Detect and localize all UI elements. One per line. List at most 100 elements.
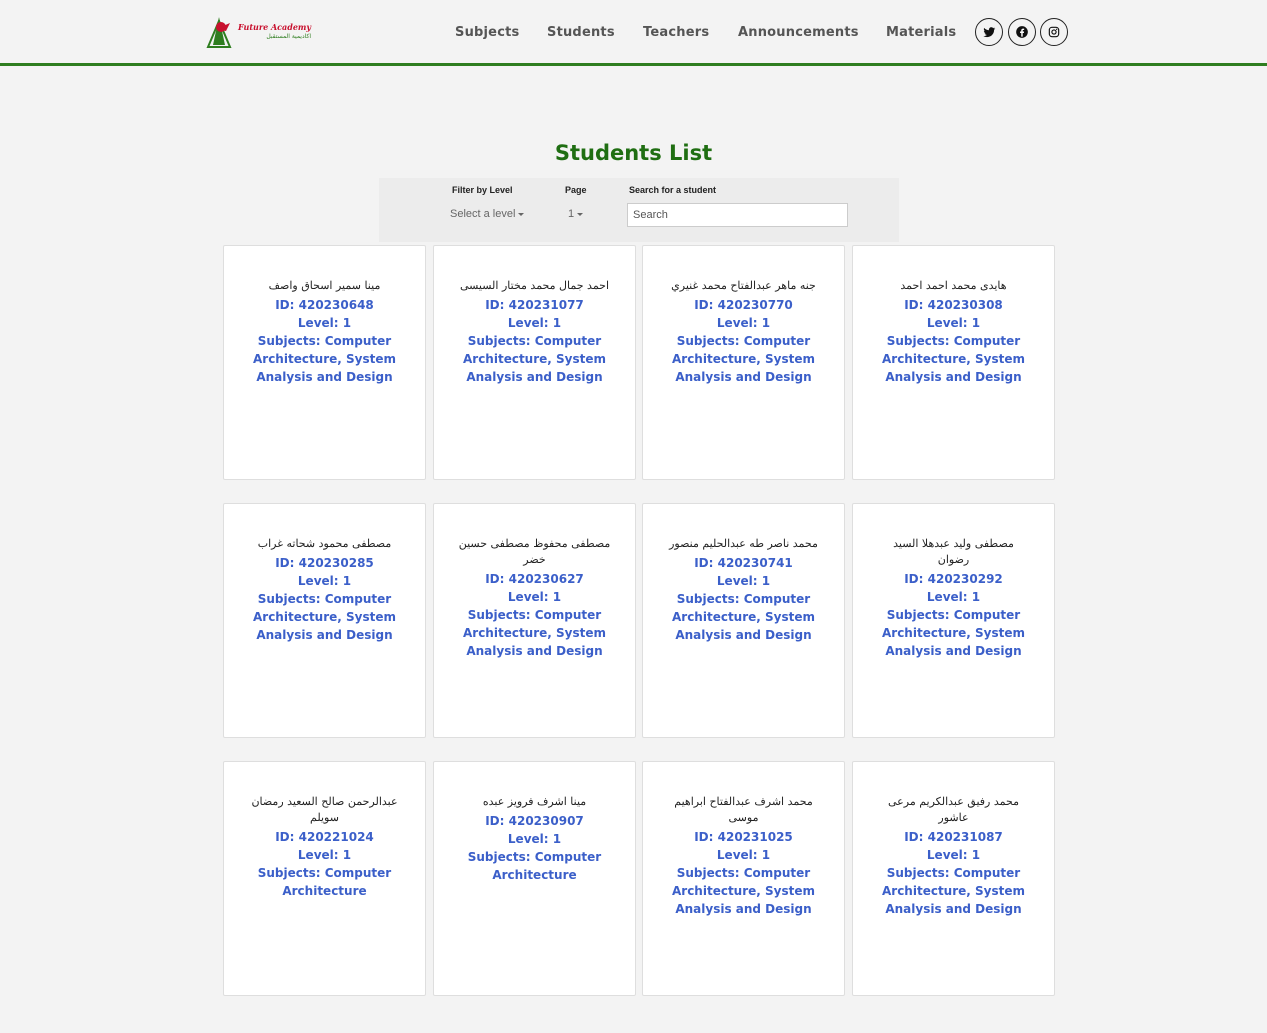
student-name: مصطفى محمود شحاته غراب	[257, 537, 392, 550]
student-search-input[interactable]	[627, 203, 848, 227]
student-name: احمد جمال محمد مختار السيسى	[459, 279, 610, 292]
student-subjects-line: Analysis and Design	[885, 902, 1022, 916]
facebook-link[interactable]	[1008, 18, 1036, 46]
facebook-icon	[1016, 26, 1028, 38]
student-name: محمد اشرف عبدالفتاح ابراهيم موسى	[674, 795, 813, 824]
student-id: ID: 420230627	[485, 572, 584, 586]
student-id: ID: 420231087	[904, 830, 1003, 844]
instagram-icon	[1048, 26, 1060, 38]
student-name: جنه ماهر عبدالفتاح محمد غنيري	[671, 279, 816, 292]
page-select-value: 1	[567, 208, 575, 220]
student-name: مينا سمير اسحاق واصف	[268, 279, 381, 292]
nav-announcements[interactable]: Announcements	[738, 24, 859, 42]
logo-emblem-icon	[206, 17, 232, 48]
student-name: مصطفى وليد عبدهلا السيد رضوان	[893, 537, 1014, 566]
twitter-icon	[983, 27, 996, 38]
student-name: محمد رفيق عبدالكريم مرعى عاشور	[888, 795, 1019, 824]
level-select-value: Select a level	[450, 208, 516, 220]
student-card[interactable]: هايدى محمد احمد احمد ID: 420230308 Level: …	[852, 245, 1055, 480]
student-level: Level: 1	[716, 574, 771, 588]
student-id: ID: 420230770	[694, 298, 793, 312]
student-subjects-line: Subjects: Computer	[676, 866, 811, 880]
student-id: ID: 420231025	[694, 830, 793, 844]
student-subjects-line: Subjects: Computer	[467, 850, 602, 864]
level-filter-label: Filter by Level	[452, 185, 513, 195]
student-subjects-line: Subjects: Computer	[257, 334, 392, 348]
student-id: ID: 420230648	[275, 298, 374, 312]
student-subjects-line: Architecture, System	[462, 626, 607, 640]
student-subjects-line: Analysis and Design	[675, 902, 812, 916]
student-subjects-line: Analysis and Design	[256, 370, 393, 384]
student-level: Level: 1	[716, 848, 771, 862]
student-subjects-line: Analysis and Design	[885, 644, 1022, 658]
student-subjects-line: Architecture, System	[252, 610, 397, 624]
student-id: ID: 420230741	[694, 556, 793, 570]
academy-logo[interactable]: Future Academy اكاديمية المستقبل	[204, 14, 314, 50]
student-subjects-line: Analysis and Design	[885, 370, 1022, 384]
student-subjects-line: Architecture, System	[252, 352, 397, 366]
student-card[interactable]: محمد رفيق عبدالكريم مرعى عاشور ID: 420231…	[852, 761, 1055, 996]
student-subjects-line: Architecture	[492, 868, 577, 882]
student-name: عبدالرحمن صالح السعيد رمضان سويلم	[251, 795, 398, 824]
student-card[interactable]: مصطفى وليد عبدهلا السيد رضوان ID: 4202302…	[852, 503, 1055, 738]
student-card[interactable]: احمد جمال محمد مختار السيسى ID: 420231077…	[433, 245, 636, 480]
student-subjects-line: Subjects: Computer	[676, 334, 811, 348]
student-name: هايدى محمد احمد احمد	[900, 279, 1007, 292]
student-level: Level: 1	[926, 590, 981, 604]
student-subjects-line: Analysis and Design	[466, 644, 603, 658]
nav-teachers[interactable]: Teachers	[643, 24, 709, 42]
student-subjects-line: Architecture, System	[671, 884, 816, 898]
student-subjects-line: Architecture, System	[462, 352, 607, 366]
student-subjects-line: Analysis and Design	[466, 370, 603, 384]
student-level: Level: 1	[716, 316, 771, 330]
student-card[interactable]: مصطفى محمود شحاته غراب ID: 420230285 Level…	[223, 503, 426, 738]
student-level: Level: 1	[507, 590, 562, 604]
page-select[interactable]: 1	[535, 202, 616, 226]
student-name: مصطفى محفوظ مصطفى حسين خضر	[458, 537, 611, 566]
chevron-down-icon	[577, 212, 584, 216]
twitter-link[interactable]	[975, 18, 1003, 46]
student-card[interactable]: مينا سمير اسحاق واصف ID: 420230648 Level: …	[223, 245, 426, 480]
top-navbar: Future Academy اكاديمية المستقبل Subject…	[0, 0, 1267, 66]
student-id: ID: 420230907	[485, 814, 584, 828]
page-title: Students List	[554, 141, 713, 165]
student-level: Level: 1	[297, 574, 352, 588]
instagram-link[interactable]	[1040, 18, 1068, 46]
nav-subjects[interactable]: Subjects	[455, 24, 519, 42]
student-subjects-line: Architecture, System	[881, 884, 1026, 898]
student-card[interactable]: مصطفى محفوظ مصطفى حسين خضر ID: 420230627 L…	[433, 503, 636, 738]
student-subjects-line: Subjects: Computer	[886, 866, 1021, 880]
student-card[interactable]: محمد ناصر طه عبدالحليم منصور ID: 42023074…	[642, 503, 845, 738]
student-id: ID: 420231077	[485, 298, 584, 312]
student-level: Level: 1	[507, 316, 562, 330]
student-name: محمد ناصر طه عبدالحليم منصور	[669, 537, 818, 550]
student-card[interactable]: مينا اشرف فرويز عبده ID: 420230907 Level: …	[433, 761, 636, 996]
student-level: Level: 1	[297, 316, 352, 330]
student-card[interactable]: محمد اشرف عبدالفتاح ابراهيم موسى ID: 4202…	[642, 761, 845, 996]
student-subjects-line: Subjects: Computer	[467, 334, 602, 348]
student-level: Level: 1	[926, 316, 981, 330]
student-id: ID: 420230285	[275, 556, 374, 570]
student-subjects-line: Analysis and Design	[675, 370, 812, 384]
student-subjects-line: Architecture, System	[881, 352, 1026, 366]
student-id: ID: 420230292	[904, 572, 1003, 586]
student-subjects-line: Architecture, System	[881, 626, 1026, 640]
level-select[interactable]: Select a level	[443, 202, 529, 226]
logo-text-en: Future Academy	[238, 22, 312, 32]
student-subjects-line: Analysis and Design	[256, 628, 393, 642]
student-subjects-line: Subjects: Computer	[886, 334, 1021, 348]
student-card[interactable]: عبدالرحمن صالح السعيد رمضان سويلم ID: 420…	[223, 761, 426, 996]
student-level: Level: 1	[926, 848, 981, 862]
student-card[interactable]: جنه ماهر عبدالفتاح محمد غنيري ID: 4202307…	[642, 245, 845, 480]
student-id: ID: 420221024	[275, 830, 374, 844]
student-subjects-line: Subjects: Computer	[676, 592, 811, 606]
student-name: مينا اشرف فرويز عبده	[482, 795, 587, 808]
chevron-down-icon	[518, 212, 525, 216]
student-subjects-line: Architecture, System	[671, 610, 816, 624]
nav-materials[interactable]: Materials	[886, 24, 956, 42]
student-subjects-line: Architecture, System	[671, 352, 816, 366]
student-subjects-line: Analysis and Design	[675, 628, 812, 642]
student-level: Level: 1	[297, 848, 352, 862]
student-subjects-line: Architecture	[282, 884, 367, 898]
nav-students[interactable]: Students	[547, 24, 615, 42]
